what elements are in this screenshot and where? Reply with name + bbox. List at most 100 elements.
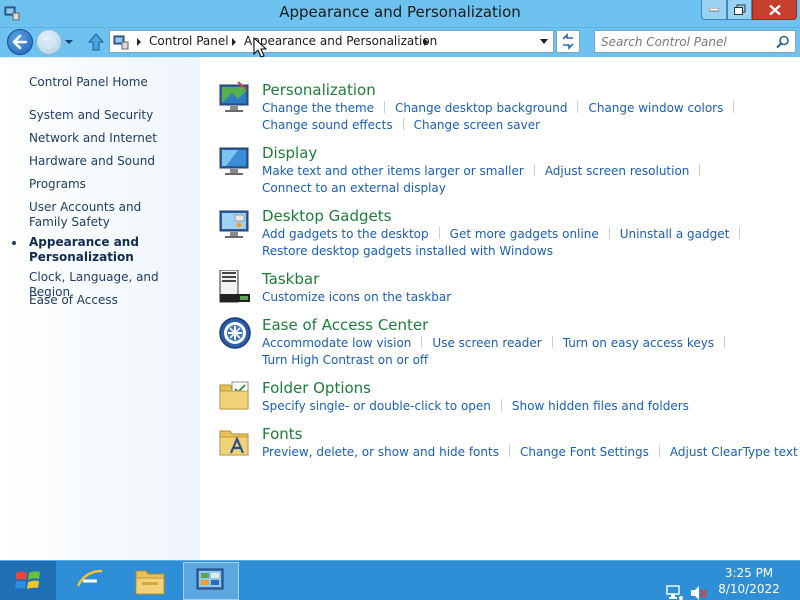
category-title[interactable]: Display — [262, 144, 317, 162]
link-separator — [551, 336, 553, 348]
breadcrumb-separator-icon[interactable] — [230, 37, 238, 47]
link-use-screen-reader[interactable]: Use screen reader — [432, 336, 541, 350]
links-row: Customize icons on the taskbar — [262, 290, 451, 304]
back-arrow-icon — [12, 34, 28, 50]
category-title[interactable]: Desktop Gadgets — [262, 207, 391, 225]
navigation-bar: Control Panel Appearance and Personaliza… — [0, 28, 800, 57]
up-arrow-icon[interactable] — [86, 32, 106, 52]
search-icon[interactable] — [776, 35, 790, 49]
restore-icon — [733, 4, 745, 15]
link-separator — [699, 164, 701, 176]
sidebar-item-programs[interactable]: Programs — [29, 177, 197, 192]
recent-pages-dropdown-icon[interactable] — [64, 37, 74, 47]
gadgets-icon[interactable] — [218, 207, 252, 241]
refresh-icon — [562, 33, 574, 50]
link-customize-taskbar-icons[interactable]: Customize icons on the taskbar — [262, 290, 451, 304]
links-row: Preview, delete, or show and hide fonts C… — [262, 445, 798, 459]
sidebar-item-appearance[interactable]: Appearance and Personalization — [29, 235, 139, 265]
address-bar[interactable]: Control Panel Appearance and Personaliza… — [109, 30, 554, 53]
link-accommodate-low-vision[interactable]: Accommodate low vision — [262, 336, 411, 350]
link-uninstall-gadget[interactable]: Uninstall a gadget — [620, 227, 730, 241]
link-single-double-click[interactable]: Specify single- or double-click to open — [262, 399, 491, 413]
breadcrumb-control-panel[interactable]: Control Panel — [149, 34, 229, 48]
sidebar-item-hardware-sound[interactable]: Hardware and Sound — [29, 154, 197, 169]
system-clock[interactable]: 3:25 PM 8/10/2022 — [716, 565, 782, 597]
forward-button[interactable] — [36, 29, 62, 55]
start-button[interactable] — [0, 561, 56, 600]
taskbar-internet-explorer[interactable] — [62, 562, 118, 600]
clock-date: 8/10/2022 — [718, 582, 780, 596]
personalization-icon[interactable] — [218, 81, 252, 115]
links-row: Change sound effects Change screen saver — [262, 118, 540, 132]
link-change-theme[interactable]: Change the theme — [262, 101, 374, 115]
category-title[interactable]: Fonts — [262, 425, 302, 443]
minimize-icon — [709, 7, 719, 11]
maximize-button[interactable] — [727, 0, 752, 20]
link-separator — [438, 227, 440, 239]
volume-muted-icon[interactable] — [690, 573, 708, 600]
category-title[interactable]: Folder Options — [262, 379, 371, 397]
breadcrumb-separator-icon[interactable] — [422, 37, 430, 47]
sidebar-item-ease-of-access[interactable]: Ease of Access — [29, 293, 197, 308]
links-row: Add gadgets to the desktop Get more gadge… — [262, 227, 750, 241]
network-icon[interactable] — [666, 573, 684, 600]
search-box[interactable] — [594, 30, 796, 53]
sidebar-item-network-internet[interactable]: Network and Internet — [29, 131, 197, 146]
category-title[interactable]: Personalization — [262, 81, 376, 99]
ease-of-access-icon[interactable] — [218, 316, 252, 350]
links-row: Turn High Contrast on or off — [262, 353, 428, 367]
links-row: Specify single- or double-click to open S… — [262, 399, 689, 413]
link-change-font-settings[interactable]: Change Font Settings — [520, 445, 649, 459]
sidebar-item-user-accounts[interactable]: User Accounts and Family Safety — [29, 200, 179, 230]
close-icon — [768, 4, 781, 15]
link-show-hidden-files[interactable]: Show hidden files and folders — [512, 399, 689, 413]
fonts-icon[interactable] — [218, 425, 252, 459]
folder-options-icon[interactable] — [218, 379, 252, 413]
windows-logo-icon — [15, 571, 40, 589]
current-item-bullet — [12, 241, 16, 245]
taskbar-icon[interactable] — [218, 270, 252, 304]
link-connect-external-display[interactable]: Connect to an external display — [262, 181, 446, 195]
close-button[interactable] — [752, 0, 797, 20]
link-restore-gadgets[interactable]: Restore desktop gadgets installed with W… — [262, 244, 553, 258]
address-dropdown-icon[interactable] — [539, 38, 549, 46]
minimize-button[interactable] — [701, 0, 727, 20]
link-get-more-gadgets[interactable]: Get more gadgets online — [450, 227, 599, 241]
refresh-button[interactable] — [556, 30, 580, 53]
link-change-window-colors[interactable]: Change window colors — [588, 101, 723, 115]
breadcrumb-separator-icon[interactable] — [135, 37, 143, 47]
window-title: Appearance and Personalization — [279, 3, 521, 21]
link-change-sound-effects[interactable]: Change sound effects — [262, 118, 393, 132]
taskbar-control-panel[interactable] — [183, 562, 239, 600]
category-title[interactable]: Taskbar — [262, 270, 319, 288]
link-separator — [508, 445, 510, 457]
link-easy-access-keys[interactable]: Turn on easy access keys — [563, 336, 714, 350]
link-change-desktop-background[interactable]: Change desktop background — [395, 101, 567, 115]
link-separator — [733, 101, 735, 113]
search-input[interactable] — [601, 34, 771, 50]
link-change-screen-saver[interactable]: Change screen saver — [414, 118, 541, 132]
link-make-text-larger[interactable]: Make text and other items larger or smal… — [262, 164, 524, 178]
link-separator — [724, 336, 726, 348]
clock-time: 3:25 PM — [724, 566, 774, 580]
back-button[interactable] — [7, 29, 33, 55]
link-high-contrast[interactable]: Turn High Contrast on or off — [262, 353, 428, 367]
breadcrumb-appearance[interactable]: Appearance and Personalization — [244, 34, 437, 48]
sidebar-item-system-security[interactable]: System and Security — [29, 108, 197, 123]
taskbar-file-explorer[interactable] — [122, 562, 178, 600]
link-adjust-screen-resolution[interactable]: Adjust screen resolution — [545, 164, 690, 178]
link-adjust-cleartype[interactable]: Adjust ClearType text — [670, 445, 798, 459]
taskbar: 3:25 PM 8/10/2022 — [0, 560, 800, 600]
sidebar-item-control-panel-home[interactable]: Control Panel Home — [29, 75, 197, 90]
control-panel-icon — [196, 568, 224, 590]
link-add-gadgets[interactable]: Add gadgets to the desktop — [262, 227, 429, 241]
internet-explorer-icon — [76, 569, 103, 592]
display-icon[interactable] — [218, 144, 252, 178]
links-row: Restore desktop gadgets installed with W… — [262, 244, 553, 258]
link-preview-fonts[interactable]: Preview, delete, or show and hide fonts — [262, 445, 499, 459]
main-content: Personalization Change the theme Change d… — [200, 57, 800, 560]
category-title[interactable]: Ease of Access Center — [262, 316, 428, 334]
title-bar: Appearance and Personalization — [0, 0, 800, 28]
links-row: Change the theme Change desktop backgroun… — [262, 101, 744, 115]
links-row: Make text and other items larger or smal… — [262, 164, 710, 178]
